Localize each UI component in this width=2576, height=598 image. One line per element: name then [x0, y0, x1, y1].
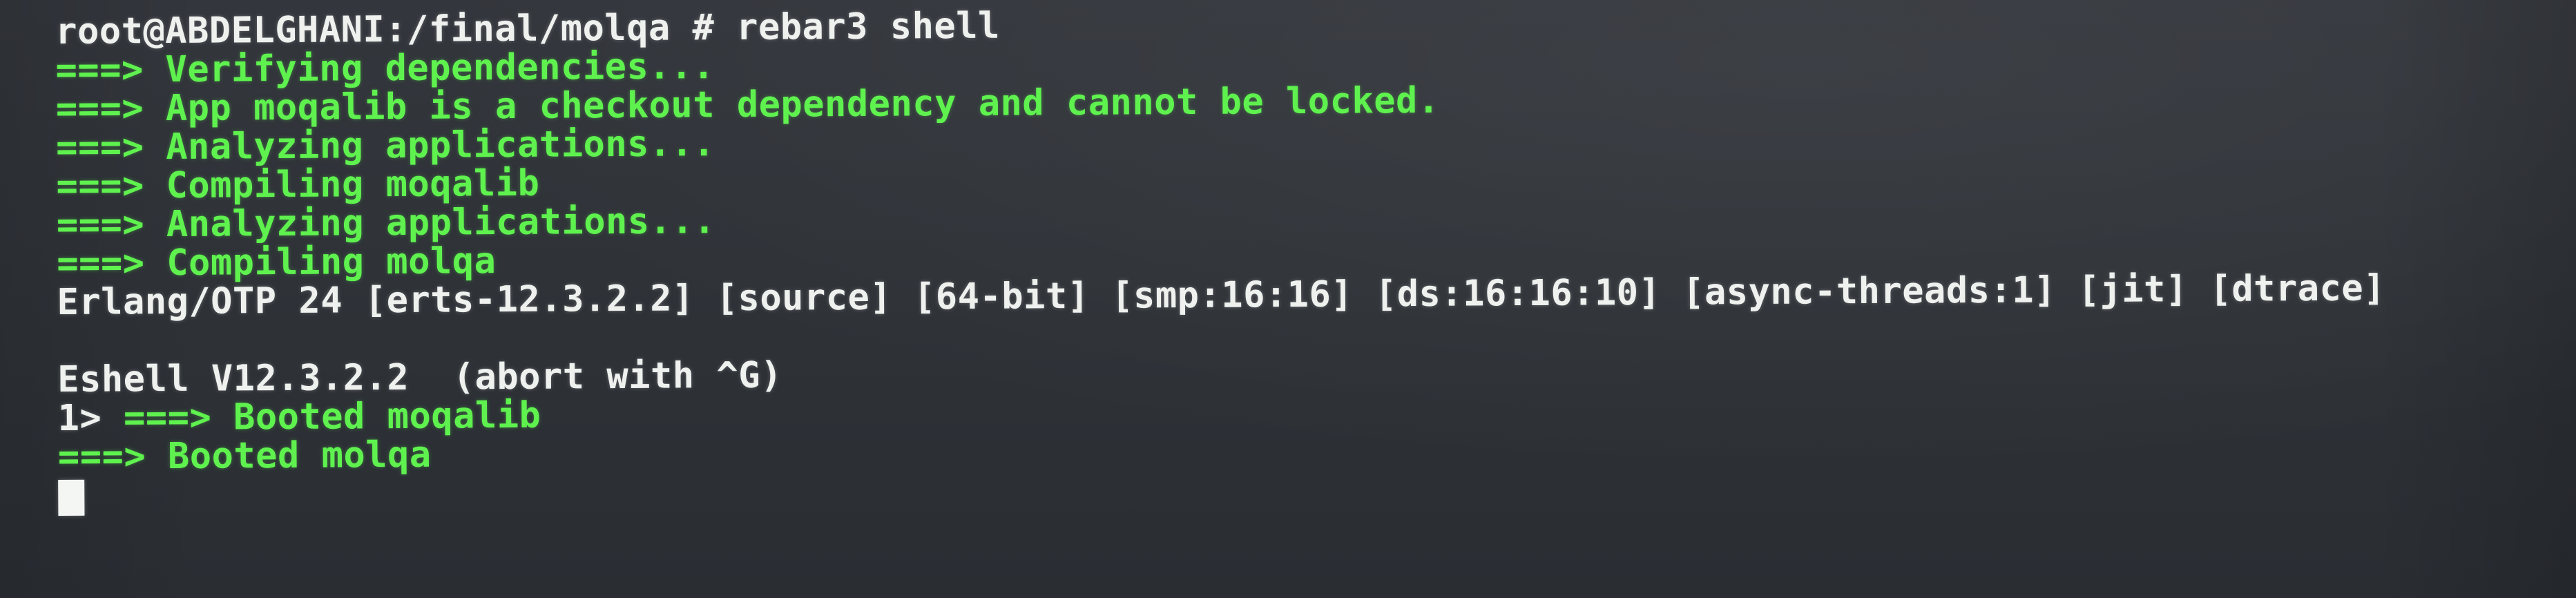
terminal-window[interactable]: root@ABDELGHANI:/final/molqa # rebar3 sh… — [55, 0, 2558, 516]
shell-prompt: 1> — [57, 397, 124, 439]
boot-output-line: ===> Booted moqalib — [123, 394, 541, 439]
text-cursor[interactable] — [58, 479, 85, 516]
